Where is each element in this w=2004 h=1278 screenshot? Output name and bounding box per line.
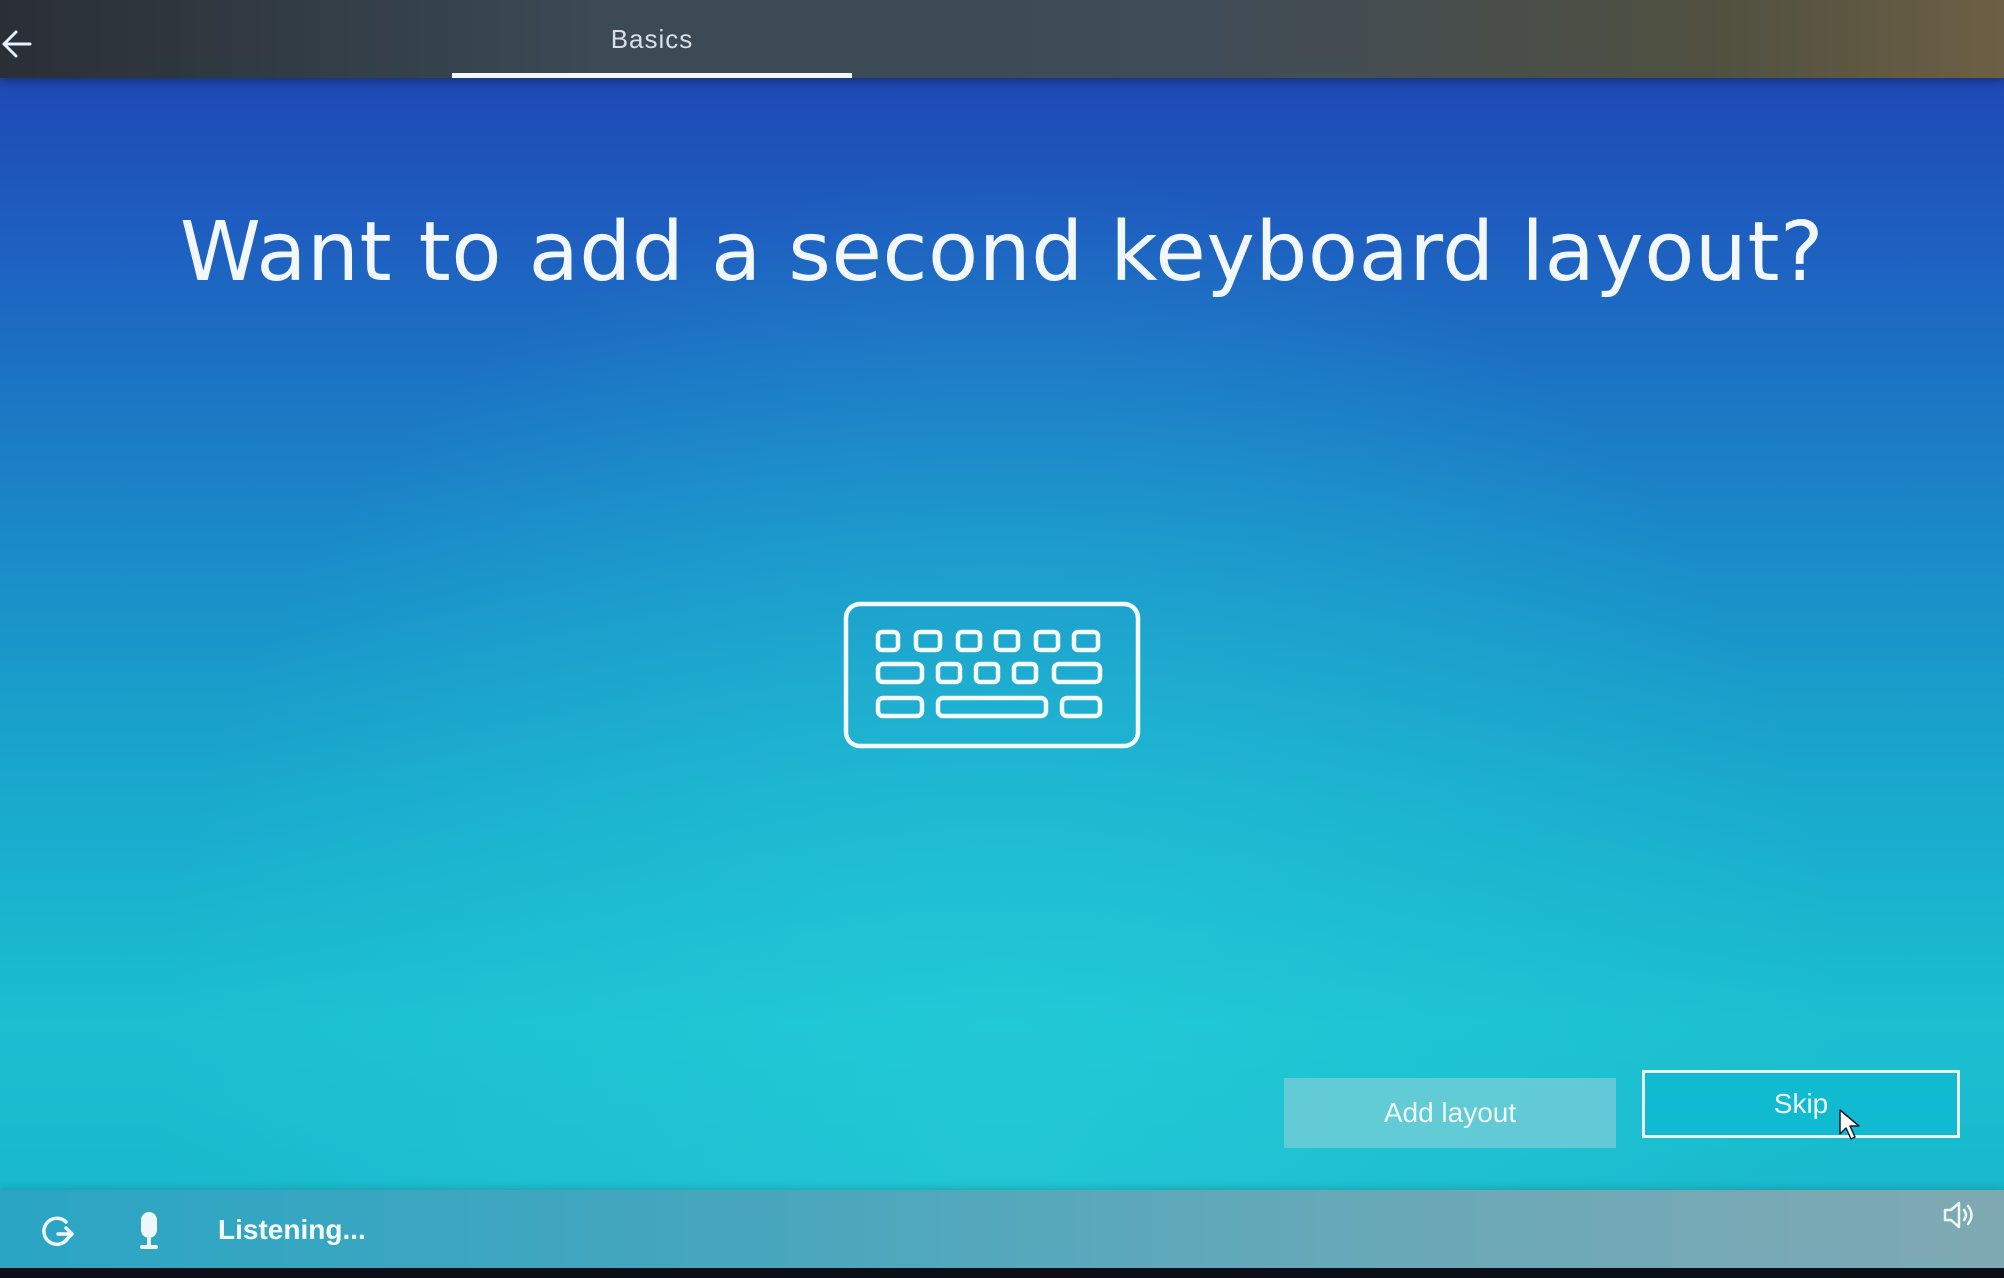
oobe-screen: Basics Want to add a second keyboard lay… (0, 0, 2004, 1278)
volume-icon[interactable] (1942, 1200, 1976, 1230)
skip-button[interactable]: Skip (1642, 1070, 1960, 1138)
back-arrow-icon[interactable] (0, 22, 44, 66)
microphone-icon[interactable] (134, 1210, 164, 1252)
tab-basics[interactable]: Basics (452, 0, 852, 78)
tab-label: Basics (610, 24, 694, 54)
page-title: Want to add a second keyboard layout? (179, 205, 1825, 300)
screen-bezel (0, 1268, 2004, 1278)
top-bar: Basics (0, 0, 2004, 78)
mouse-cursor-icon (1838, 1108, 1864, 1142)
keyboard-icon (842, 600, 1142, 750)
add-layout-button[interactable]: Add layout (1284, 1078, 1616, 1148)
status-text: Listening... (218, 1214, 366, 1245)
bottom-bar: Listening... (0, 1190, 2004, 1278)
ease-of-access-icon[interactable] (36, 1212, 76, 1252)
tab-active-indicator (452, 73, 852, 78)
